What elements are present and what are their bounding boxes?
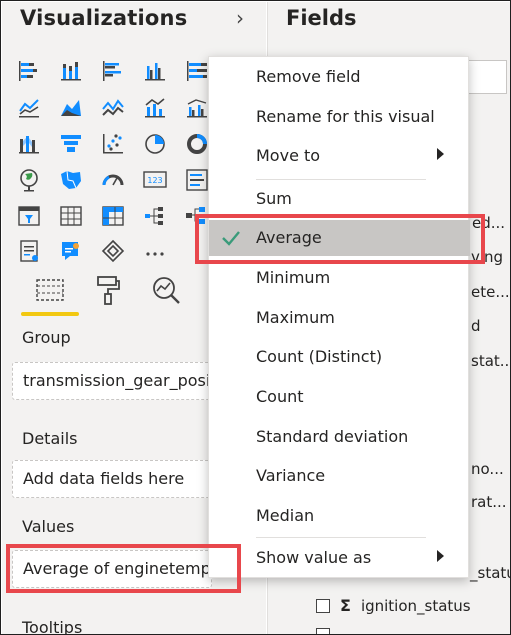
decomposition-tree-icon[interactable] [142, 203, 168, 229]
active-tool-indicator [21, 312, 79, 316]
menu-item-show-value-as[interactable]: Show value as [209, 540, 470, 576]
funnel-icon[interactable] [58, 131, 84, 157]
power-apps-icon[interactable] [100, 238, 126, 264]
map-icon[interactable] [16, 167, 42, 193]
field-label-fragment[interactable]: rat... [471, 493, 507, 511]
checkmark-icon [222, 231, 240, 246]
table-icon[interactable] [58, 203, 84, 229]
field-label: ignition_status [360, 596, 471, 615]
menu-item-sum[interactable]: Sum [209, 181, 470, 217]
ribbon-chart-icon[interactable] [16, 131, 42, 157]
menu-item-maximum[interactable]: Maximum [209, 300, 470, 336]
clustered-bar-chart-icon[interactable] [100, 58, 126, 84]
menu-divider [256, 179, 426, 180]
details-well-label: Details [22, 429, 78, 448]
menu-item-minimum[interactable]: Minimum [209, 260, 470, 296]
line-and-column-chart-icon[interactable] [142, 95, 168, 121]
menu-item-rename[interactable]: Rename for this visual [209, 99, 470, 135]
svg-text:123: 123 [147, 176, 162, 185]
menu-item-remove-field[interactable]: Remove field [209, 59, 470, 95]
field-label-fragment[interactable]: ving [471, 248, 503, 266]
matrix-icon[interactable] [100, 203, 126, 229]
tooltips-well-label: Tooltips [22, 618, 83, 635]
filled-map-icon[interactable] [58, 167, 84, 193]
group-well-field[interactable]: transmission_gear_posit [12, 362, 212, 400]
field-checkbox[interactable] [316, 598, 330, 613]
details-well-placeholder[interactable]: Add data fields here [12, 460, 212, 498]
scatter-chart-icon[interactable] [100, 131, 126, 157]
chevron-right-icon[interactable]: › [236, 6, 244, 30]
field-label-fragment[interactable]: no... [471, 460, 504, 478]
line-chart-icon[interactable] [16, 95, 42, 121]
values-well-label: Values [22, 517, 75, 536]
fields-icon[interactable] [32, 272, 68, 308]
format-paint-roller-icon[interactable] [90, 272, 126, 308]
menu-item-variance[interactable]: Variance [209, 458, 470, 494]
field-label-fragment[interactable]: stat... [471, 352, 510, 370]
field-label-fragment[interactable]: d [471, 317, 481, 335]
field-label-fragment[interactable]: _status [470, 564, 510, 582]
menu-item-count-distinct[interactable]: Count (Distinct) [209, 339, 470, 375]
line-and-clustered-column-chart-icon[interactable] [184, 95, 210, 121]
pie-chart-icon[interactable] [142, 131, 168, 157]
analytics-icon[interactable] [148, 272, 184, 308]
menu-item-move-to[interactable]: Move to [209, 138, 470, 174]
field-context-menu: Remove field Rename for this visual Move… [208, 56, 470, 578]
field-checkbox[interactable] [316, 628, 330, 634]
submenu-arrow-icon [437, 148, 444, 160]
clustered-column-chart-icon[interactable] [142, 58, 168, 84]
menu-item-average[interactable]: Average [209, 220, 470, 256]
menu-item-standard-deviation[interactable]: Standard deviation [209, 419, 470, 455]
stacked-bar-chart-icon[interactable] [16, 58, 42, 84]
fields-title: Fields [286, 6, 357, 30]
smart-narrative-icon[interactable] [16, 238, 42, 264]
stacked-area-chart-icon[interactable] [100, 95, 126, 121]
group-well-label: Group [22, 328, 71, 347]
sigma-icon: Σ [340, 596, 351, 615]
visualizations-title: Visualizations [20, 6, 188, 30]
menu-item-count[interactable]: Count [209, 379, 470, 415]
stacked-column-chart-icon[interactable] [58, 58, 84, 84]
field-row-partial[interactable] [316, 628, 340, 634]
field-label-fragment[interactable]: ed... [472, 214, 505, 232]
field-row-ignition-status[interactable]: Σ ignition_status [316, 596, 471, 615]
donut-chart-icon[interactable] [184, 131, 210, 157]
field-label-fragment[interactable]: ete... [471, 283, 510, 301]
multi-row-card-icon[interactable] [184, 167, 210, 193]
qa-visual-icon[interactable] [58, 238, 84, 264]
more-visuals-icon[interactable] [142, 238, 168, 264]
slicer-icon[interactable] [16, 203, 42, 229]
100-stacked-bar-chart-icon[interactable] [184, 58, 210, 84]
gauge-icon[interactable] [100, 167, 126, 193]
area-chart-icon[interactable] [58, 95, 84, 121]
card-icon[interactable]: 123 [142, 167, 168, 193]
submenu-arrow-icon [437, 550, 444, 562]
key-influencers-icon[interactable] [184, 203, 210, 229]
values-well-field[interactable]: Average of enginetempe [12, 550, 212, 588]
app-frame: Visualizations › 123 Group transmission_… [0, 0, 511, 635]
menu-item-median[interactable]: Median [209, 498, 470, 534]
menu-divider [256, 537, 426, 538]
